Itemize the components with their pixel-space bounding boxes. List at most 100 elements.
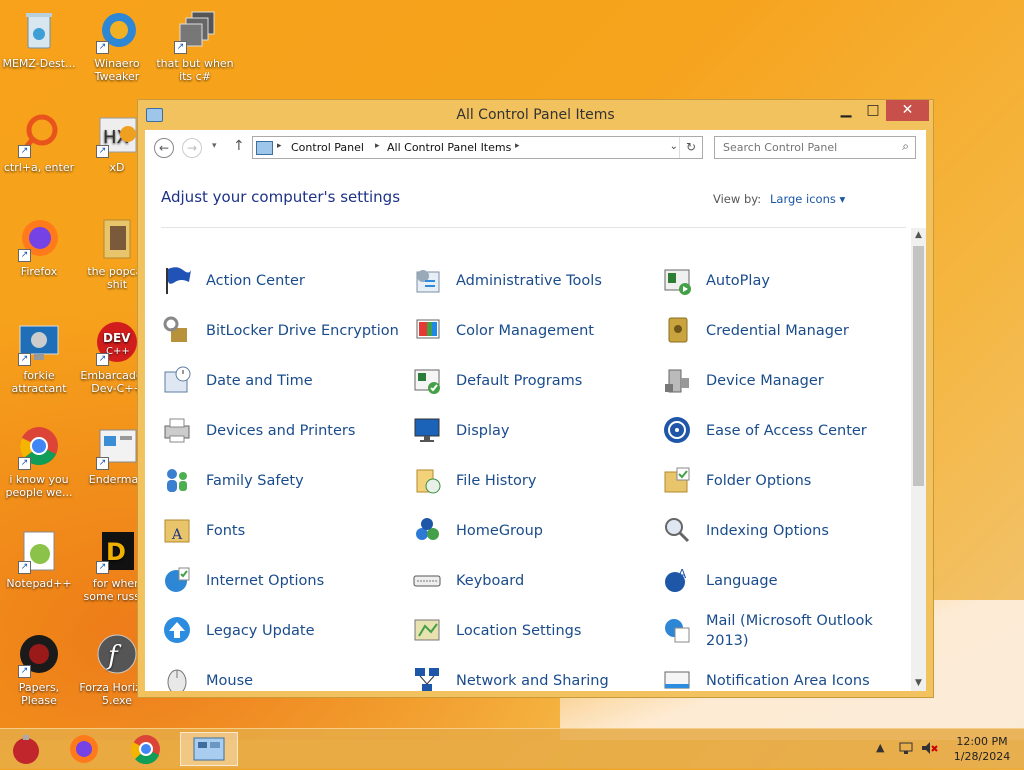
search-box[interactable]: ⌕ bbox=[714, 136, 916, 159]
search-icon[interactable]: ⌕ bbox=[902, 139, 909, 154]
control-panel-item[interactable]: Device Manager bbox=[645, 358, 895, 402]
location-icon bbox=[411, 614, 443, 646]
shortcut-arrow-icon: ↗ bbox=[18, 561, 31, 574]
maximize-button[interactable]: □ bbox=[860, 100, 886, 121]
control-panel-item-label[interactable]: Fonts bbox=[206, 521, 401, 541]
control-panel-item[interactable]: Mouse bbox=[145, 658, 395, 691]
control-panel-item[interactable]: Family Safety bbox=[145, 458, 395, 502]
desktop-icon-winaero[interactable]: ↗ Winaero Tweaker bbox=[78, 8, 156, 83]
desktop-icon-forkie[interactable]: ↗ forkie attractant bbox=[0, 320, 78, 395]
shortcut-arrow-icon: ↗ bbox=[18, 457, 31, 470]
desktop-icon-csharp[interactable]: ↗ that but when its c# bbox=[156, 8, 234, 83]
desktop-icon-memz[interactable]: MEMZ-Dest... bbox=[0, 8, 78, 70]
breadcrumb-all-items[interactable]: All Control Panel Items bbox=[387, 141, 511, 154]
control-panel-item[interactable]: Display bbox=[395, 408, 645, 452]
scroll-up-button[interactable]: ▲ bbox=[911, 228, 926, 243]
taskbar-firefox[interactable] bbox=[62, 732, 106, 766]
control-panel-item-label[interactable]: Credential Manager bbox=[706, 321, 901, 341]
control-panel-item-label[interactable]: Legacy Update bbox=[206, 621, 401, 641]
search-input[interactable] bbox=[721, 140, 885, 155]
window-app-icon: ↗ bbox=[94, 424, 140, 470]
control-panel-item[interactable]: Color Management bbox=[395, 308, 645, 352]
autoplay-icon bbox=[661, 264, 693, 296]
close-button[interactable]: ✕ bbox=[886, 100, 929, 121]
control-panel-item-label[interactable]: BitLocker Drive Encryption bbox=[206, 321, 401, 341]
desktop-icon-firefox[interactable]: ↗ Firefox bbox=[0, 216, 78, 278]
control-panel-item[interactable]: Default Programs bbox=[395, 358, 645, 402]
taskbar-control-panel[interactable] bbox=[180, 732, 238, 766]
control-panel-item-label[interactable]: Folder Options bbox=[706, 471, 901, 491]
system-clock[interactable]: 12:00 PM 1/28/2024 bbox=[942, 734, 1022, 764]
control-panel-item-label[interactable]: Date and Time bbox=[206, 371, 401, 391]
desktop-icon-papers[interactable]: ↗ Papers, Please bbox=[0, 632, 78, 707]
control-panel-item-label[interactable]: Devices and Printers bbox=[206, 421, 401, 441]
breadcrumb-separator[interactable]: ▸ bbox=[375, 141, 380, 151]
ease-of-access-icon bbox=[661, 414, 693, 446]
control-panel-item-label[interactable]: Mouse bbox=[206, 671, 401, 691]
control-panel-item[interactable]: Location Settings bbox=[395, 608, 645, 652]
vertical-scrollbar[interactable]: ▲ ▼ bbox=[911, 228, 926, 691]
breadcrumb-separator[interactable]: ▸ bbox=[515, 141, 520, 151]
address-dropdown-icon[interactable]: ⌄ bbox=[670, 141, 678, 152]
taskbar-chrome[interactable] bbox=[124, 732, 168, 766]
control-panel-item-label[interactable]: Mail (Microsoft Outlook 2013) bbox=[706, 611, 901, 651]
scroll-thumb[interactable] bbox=[913, 246, 924, 486]
control-panel-item-label[interactable]: Default Programs bbox=[456, 371, 651, 391]
control-panel-item[interactable]: Notification Area Icons bbox=[645, 658, 895, 691]
control-panel-item[interactable]: Keyboard bbox=[395, 558, 645, 602]
control-panel-item-label[interactable]: Color Management bbox=[456, 321, 651, 341]
control-panel-item-label[interactable]: Administrative Tools bbox=[456, 271, 651, 291]
view-by-dropdown[interactable]: Large icons ▾ bbox=[770, 192, 845, 206]
control-panel-item-label[interactable]: Location Settings bbox=[456, 621, 651, 641]
control-panel-item[interactable]: Date and Time bbox=[145, 358, 395, 402]
control-panel-item[interactable]: Folder Options bbox=[645, 458, 895, 502]
control-panel-item[interactable]: Administrative Tools bbox=[395, 258, 645, 302]
control-panel-item[interactable]: Credential Manager bbox=[645, 308, 895, 352]
control-panel-item-label[interactable]: Notification Area Icons bbox=[706, 671, 901, 691]
back-button[interactable]: ← bbox=[154, 138, 174, 158]
control-panel-item[interactable]: Network and Sharing Center bbox=[395, 658, 645, 691]
control-panel-item[interactable]: A Fonts bbox=[145, 508, 395, 552]
address-bar[interactable]: ▸ Control Panel ▸ All Control Panel Item… bbox=[252, 136, 703, 159]
taskbar-ornament-app[interactable] bbox=[4, 732, 48, 766]
control-panel-item-label[interactable]: File History bbox=[456, 471, 651, 491]
control-panel-item[interactable]: BitLocker Drive Encryption bbox=[145, 308, 399, 352]
control-panel-item-label[interactable]: Language bbox=[706, 571, 901, 591]
control-panel-item-label[interactable]: Network and Sharing Center bbox=[456, 671, 651, 691]
control-panel-item[interactable]: Ease of Access Center bbox=[645, 408, 895, 452]
tray-overflow-icon[interactable]: ▲ bbox=[876, 741, 884, 754]
control-panel-item[interactable]: A Language bbox=[645, 558, 895, 602]
control-panel-item-label[interactable]: Ease of Access Center bbox=[706, 421, 901, 441]
control-panel-item[interactable]: Indexing Options bbox=[645, 508, 895, 552]
control-panel-item[interactable]: File History bbox=[395, 458, 645, 502]
control-panel-item-label[interactable]: Family Safety bbox=[206, 471, 401, 491]
control-panel-item[interactable]: AutoPlay bbox=[645, 258, 895, 302]
control-panel-item[interactable]: Action Center bbox=[145, 258, 395, 302]
breadcrumb-control-panel[interactable]: Control Panel bbox=[291, 141, 364, 154]
desktop-icon-chrome-link[interactable]: ↗ i know you people we... bbox=[0, 424, 78, 499]
desktop-icon-ctrl-a[interactable]: ↗ ctrl+a, enter bbox=[0, 112, 78, 174]
control-panel-item[interactable]: Legacy Update bbox=[145, 608, 395, 652]
control-panel-item[interactable]: Mail (Microsoft Outlook 2013) bbox=[645, 608, 895, 652]
control-panel-item-label[interactable]: Keyboard bbox=[456, 571, 651, 591]
recent-locations-dropdown[interactable]: ▾ bbox=[212, 141, 217, 151]
control-panel-item-label[interactable]: Display bbox=[456, 421, 651, 441]
desktop-icon-notepadpp[interactable]: ↗ Notepad++ bbox=[0, 528, 78, 590]
control-panel-item-label[interactable]: HomeGroup bbox=[456, 521, 651, 541]
minimize-button[interactable]: ▁ bbox=[833, 100, 859, 121]
forward-button[interactable]: → bbox=[182, 138, 202, 158]
control-panel-item-label[interactable]: Action Center bbox=[206, 271, 401, 291]
control-panel-item[interactable]: HomeGroup bbox=[395, 508, 645, 552]
up-button[interactable]: ↑ bbox=[233, 138, 245, 154]
control-panel-item[interactable]: Internet Options bbox=[145, 558, 395, 602]
network-icon[interactable] bbox=[898, 740, 914, 759]
refresh-button[interactable]: ↻ bbox=[679, 137, 702, 158]
title-bar[interactable]: All Control Panel Items ▁ □ ✕ bbox=[138, 100, 933, 130]
control-panel-item-label[interactable]: Internet Options bbox=[206, 571, 401, 591]
control-panel-item-label[interactable]: Device Manager bbox=[706, 371, 901, 391]
scroll-down-button[interactable]: ▼ bbox=[911, 676, 926, 691]
control-panel-item-label[interactable]: AutoPlay bbox=[706, 271, 901, 291]
control-panel-item[interactable]: Devices and Printers bbox=[145, 408, 395, 452]
volume-muted-icon[interactable] bbox=[920, 740, 938, 759]
control-panel-item-label[interactable]: Indexing Options bbox=[706, 521, 901, 541]
